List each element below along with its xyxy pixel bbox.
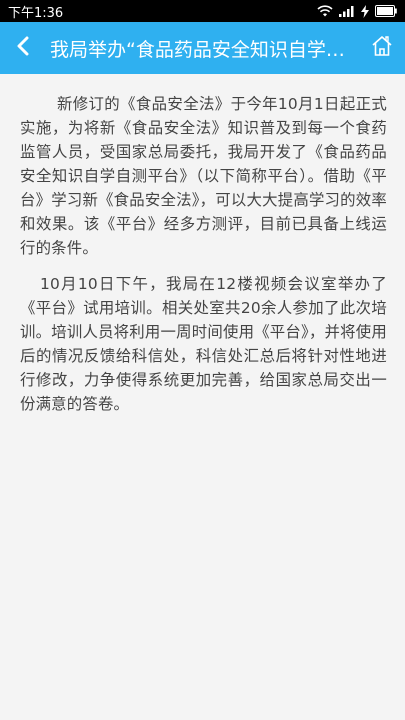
article-body: 新修订的《食品安全法》于今年10月1日起正式实施，为将新《食品安全法》知识普及到…: [0, 74, 405, 720]
page-title: 我局举办“食品药品安全知识自学自测平台”试用培训: [50, 38, 359, 61]
back-button[interactable]: [0, 22, 46, 74]
battery-icon: [375, 5, 397, 17]
home-icon: [370, 34, 394, 62]
status-bar: 下午1:36: [0, 0, 405, 22]
status-time: 下午1:36: [8, 5, 64, 21]
status-icons: [317, 4, 397, 18]
charging-icon: [361, 4, 369, 18]
app-bar: 我局举办“食品药品安全知识自学自测平台”试用培训: [0, 22, 405, 74]
chevron-left-icon: [16, 36, 30, 60]
signal-icon: [339, 5, 355, 17]
article-paragraph: 10月10日下午，我局在12楼视频会议室举办了《平台》试用培训。相关处室共20余…: [20, 275, 387, 413]
home-button[interactable]: [359, 22, 405, 74]
wifi-icon: [317, 5, 333, 17]
article-paragraph: 新修订的《食品安全法》于今年10月1日起正式实施，为将新《食品安全法》知识普及到…: [20, 95, 387, 257]
